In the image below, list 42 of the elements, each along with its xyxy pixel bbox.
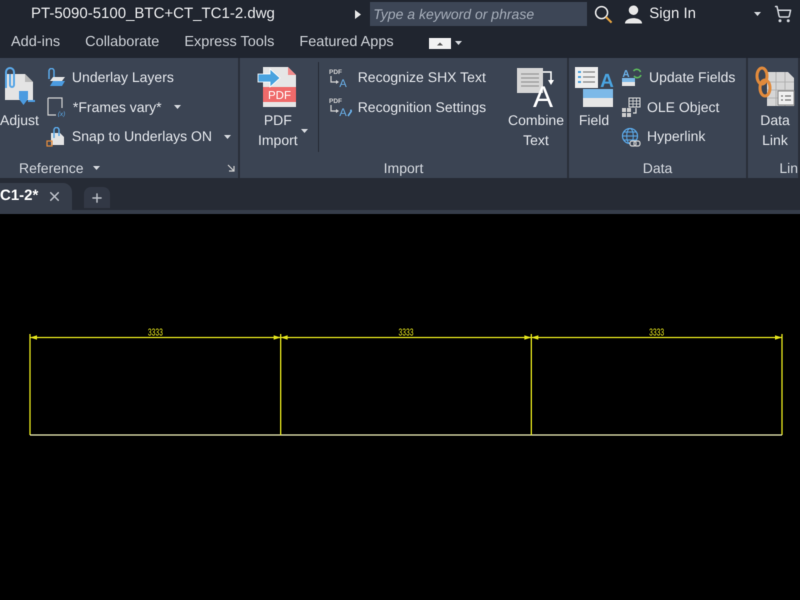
user-icon xyxy=(624,4,644,24)
cart-icon[interactable] xyxy=(774,5,792,23)
search-icon[interactable] xyxy=(594,4,614,24)
panel-minimize-icon xyxy=(428,38,451,48)
search-field[interactable]: Type a keyword or phrase xyxy=(370,2,588,26)
panel-title: Lin xyxy=(779,158,798,178)
new-tab-button[interactable] xyxy=(84,187,110,208)
sign-in-button[interactable]: Sign In xyxy=(649,2,696,26)
caret-icon xyxy=(754,12,761,16)
caret-icon xyxy=(454,41,462,45)
panel-title: Data xyxy=(642,158,672,178)
large-tool-button[interactable]: Adjust xyxy=(0,66,39,130)
tool-button[interactable]: A Update Fields xyxy=(621,63,736,92)
window-title: PT-5090-5100_BTC+CT_TC1-2.dwg xyxy=(31,4,275,24)
plus-icon xyxy=(90,190,104,204)
ribbon-display-button[interactable] xyxy=(428,38,462,48)
file-tab-label: C1-2* xyxy=(0,186,38,206)
dimension-text: 3333 xyxy=(649,328,672,338)
right-triangle-icon[interactable] xyxy=(355,10,362,18)
ribbon-tab[interactable]: Collaborate xyxy=(85,28,160,58)
large-tool-button[interactable]: A Combine Text xyxy=(508,66,564,150)
large-tool-button[interactable]: Data Link xyxy=(754,66,796,150)
table-object-icon xyxy=(621,97,641,118)
dimension-text: 3333 xyxy=(398,328,421,338)
dimension-text: 3333 xyxy=(148,328,170,338)
globe-link-icon xyxy=(621,126,641,147)
ribbon-tab[interactable]: Express Tools xyxy=(184,28,274,58)
large-tool-button[interactable]: PDF PDF Import xyxy=(248,66,308,150)
tool-button[interactable]: Hyperlink xyxy=(621,122,736,152)
tool-button[interactable]: Snap to Underlays ON xyxy=(46,122,231,152)
tool-button[interactable]: OLE Object xyxy=(621,92,736,122)
large-tool-button[interactable]: A Field xyxy=(574,66,614,130)
chain-table-icon xyxy=(754,66,796,108)
ribbon-tab[interactable]: Featured Apps xyxy=(299,28,394,58)
ribbon-tab[interactable]: Add-ins xyxy=(11,28,60,58)
panel-title: Import xyxy=(384,158,424,178)
launcher-arrow-icon[interactable] xyxy=(227,164,235,172)
tool-button[interactable]: Underlay Layers xyxy=(46,63,231,92)
document-clip-icon xyxy=(46,126,66,147)
paperclip-layers-icon xyxy=(46,68,66,88)
panel-title[interactable]: Reference xyxy=(19,158,84,178)
file-tab[interactable]: C1-2* xyxy=(0,183,72,210)
